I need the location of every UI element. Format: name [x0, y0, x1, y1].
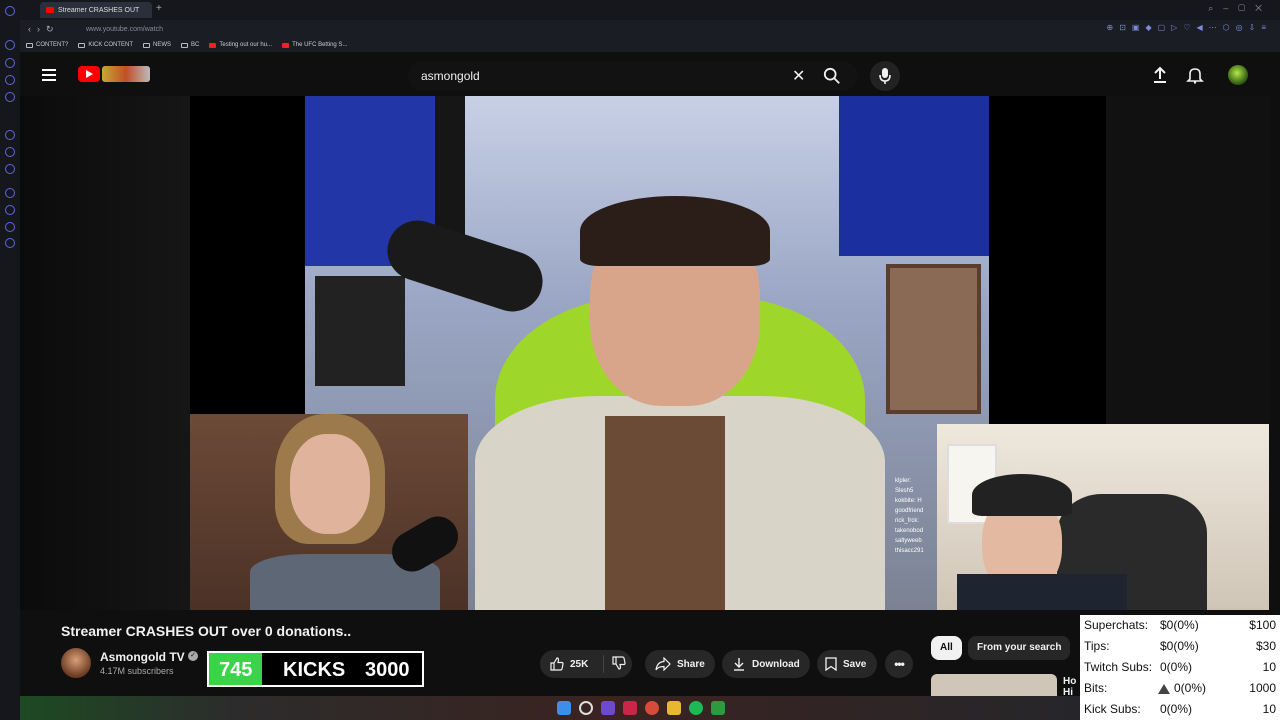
folder-icon: [78, 42, 86, 48]
folder-icon: [181, 42, 189, 48]
address-bar: ‹›↻ www.youtube.com/watch ⊕⊡▣◆▢▷♡◀⋯⬡◎⇩≡: [20, 20, 1280, 38]
menu-icon[interactable]: [42, 69, 56, 81]
twitch-icon[interactable]: [5, 130, 15, 140]
streamer-webcam-left: [190, 414, 468, 610]
folder-icon: [143, 42, 151, 48]
kicks-goal: 3000: [365, 659, 410, 681]
like-count: 25K: [570, 658, 589, 670]
url-field[interactable]: www.youtube.com/watch: [86, 26, 163, 33]
search-icon[interactable]: [579, 701, 593, 715]
subscriber-count: 4.17M subscribers: [100, 666, 174, 676]
thumbs-down-icon: [612, 655, 626, 670]
stat-row-superchats: Superchats: $0(0%) $100: [1084, 618, 1276, 632]
sidebar-app-icon[interactable]: [5, 40, 15, 50]
stat-row-bits: Bits: 0(0%) 1000: [1084, 681, 1276, 695]
dislike-button[interactable]: [604, 655, 626, 673]
video-letterbox: [20, 96, 190, 610]
stat-row-kick-subs: Kick Subs: 0(0%) 10: [1084, 702, 1276, 716]
like-button[interactable]: 25K: [540, 655, 604, 673]
share-button[interactable]: Share: [645, 650, 715, 678]
like-dislike-group: 25K: [540, 650, 632, 678]
history-icon[interactable]: [5, 205, 15, 215]
bell-icon[interactable]: [1186, 66, 1204, 84]
discord-icon[interactable]: [601, 701, 615, 715]
bookmark-folder[interactable]: NEWS: [143, 42, 171, 48]
donation-stats-panel: Superchats: $0(0%) $100 Tips: $0(0%) $30…: [1080, 615, 1280, 720]
channel-name[interactable]: Asmongold TV: [100, 650, 185, 664]
search-input[interactable]: asmongold ✕: [408, 61, 858, 91]
download-button[interactable]: Download: [722, 650, 810, 678]
new-tab-button[interactable]: +: [156, 3, 162, 14]
bookmark-link[interactable]: The UFC Betting S...: [282, 42, 347, 48]
search-icon[interactable]: [823, 67, 841, 85]
tab-title: Streamer CRASHES OUT: [58, 6, 140, 14]
extension-icons[interactable]: ⊕⊡▣◆▢▷♡◀⋯⬡◎⇩≡: [1107, 23, 1273, 32]
video-player[interactable]: klpler: Slesh5 kokbite: H goodfriend ric…: [20, 96, 1270, 610]
upload-icon[interactable]: [1151, 66, 1169, 84]
chrome-icon[interactable]: [645, 701, 659, 715]
close-icon[interactable]: ✕: [792, 66, 805, 86]
kicks-current: 745: [219, 659, 253, 681]
bookmark-folder[interactable]: CONTENT?: [26, 42, 68, 48]
bookmark-folder[interactable]: BC: [181, 42, 199, 48]
opera-logo-icon[interactable]: [5, 6, 15, 16]
settings-icon[interactable]: [5, 238, 15, 248]
instagram-icon[interactable]: [5, 164, 15, 174]
tab-youtube[interactable]: Streamer CRASHES OUT: [40, 2, 152, 18]
nav-buttons[interactable]: ‹›↻: [28, 24, 78, 35]
poster-image: [886, 264, 981, 414]
youtube-favicon-icon: [46, 7, 54, 13]
stat-row-twitch-subs: Twitch Subs: 0(0%) 10: [1084, 660, 1276, 674]
search-query[interactable]: asmongold: [421, 69, 480, 83]
opera-icon[interactable]: [623, 701, 637, 715]
mic-button[interactable]: [870, 61, 900, 91]
mic-icon: [879, 68, 891, 84]
stat-row-tips: Tips: $0(0%) $30: [1084, 639, 1276, 653]
sidebar-app-icon[interactable]: [5, 188, 15, 198]
channel-avatar[interactable]: [61, 648, 91, 678]
bookmarks-bar: CONTENT? KICK CONTENT NEWS BC Testing ou…: [20, 38, 1280, 52]
youtube-logo[interactable]: [78, 66, 100, 82]
microphone-image: [379, 212, 551, 320]
browser-sidebar: [0, 0, 20, 720]
messenger-icon[interactable]: [5, 147, 15, 157]
youtube-favicon-icon: [209, 42, 217, 48]
more-actions-button[interactable]: •••: [885, 650, 913, 678]
spotify-icon[interactable]: [689, 701, 703, 715]
video-title: Streamer CRASHES OUT over 0 donations..: [61, 623, 352, 639]
windows-taskbar: [20, 696, 1080, 720]
window-controls[interactable]: ⌕–▢✕: [1208, 3, 1272, 14]
youtube-doodle-logo[interactable]: [102, 66, 150, 82]
xbox-icon[interactable]: [711, 701, 725, 715]
youtube-favicon-icon: [282, 42, 290, 48]
sidebar-app-icon[interactable]: [5, 75, 15, 85]
bits-icon: [1158, 684, 1170, 694]
share-icon: [655, 657, 671, 671]
bookmark-folder[interactable]: KICK CONTENT: [78, 42, 133, 48]
sidebar-app-icon[interactable]: [5, 58, 15, 68]
thumbs-up-icon: [550, 657, 564, 671]
bookmark-icon: [825, 657, 837, 671]
verified-icon: ✓: [188, 651, 198, 661]
kicks-label: KICKS: [283, 659, 346, 681]
streamer-webcam-right: [937, 424, 1269, 610]
file-explorer-icon[interactable]: [667, 701, 681, 715]
download-icon: [734, 658, 744, 671]
sidebar-app-icon[interactable]: [5, 92, 15, 102]
chip-all[interactable]: All: [931, 636, 962, 660]
save-button[interactable]: Save: [817, 650, 877, 678]
avatar[interactable]: [1228, 65, 1248, 85]
folder-icon: [26, 42, 33, 48]
bookmark-link[interactable]: Testing out our hu...: [209, 42, 272, 48]
kicks-goal-widget: 745 KICKS 3000: [207, 651, 424, 687]
sidebar-app-icon[interactable]: [5, 222, 15, 232]
windows-start-icon[interactable]: [557, 701, 571, 715]
tab-strip: Streamer CRASHES OUT + ⌕–▢✕: [20, 0, 1280, 20]
chip-from-search[interactable]: From your search: [968, 636, 1071, 660]
youtube-header: asmongold ✕: [20, 52, 1280, 98]
